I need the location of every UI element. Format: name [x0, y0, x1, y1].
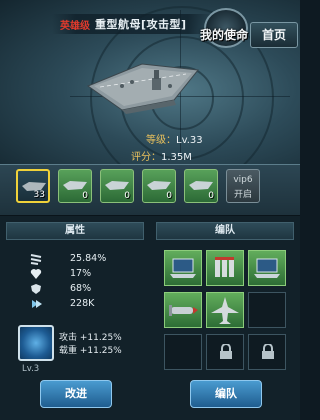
slot-count: 0: [208, 191, 214, 201]
rarity-tag: 英雄级: [60, 21, 90, 32]
ship-slot-4[interactable]: 0: [142, 169, 176, 203]
ship-icon: [105, 181, 129, 190]
missile-rack-icon: [215, 257, 234, 277]
torpedo-icon: [169, 305, 198, 316]
stat-value: 68%: [70, 283, 92, 294]
slot-count: 0: [82, 191, 88, 201]
fleet-button[interactable]: 编队: [190, 380, 262, 408]
fleet-slot-empty[interactable]: [248, 292, 286, 328]
fleet-slot[interactable]: [206, 292, 244, 328]
ship-slot-3[interactable]: 0: [100, 169, 134, 203]
torpedo-icon: [30, 254, 42, 265]
fleet-slot[interactable]: [164, 292, 202, 328]
fleet-slot[interactable]: [206, 250, 244, 286]
slot-count: 33: [33, 190, 45, 200]
lock-icon: [220, 344, 232, 359]
skill-level: Lv.3: [22, 364, 40, 374]
ship-icon: [63, 181, 87, 190]
skill-icon[interactable]: [18, 325, 54, 361]
vip-label: vip6: [233, 175, 253, 185]
aircraft-carrier-image: [86, 63, 199, 114]
speed-icon: [32, 300, 42, 308]
fleet-slot[interactable]: [164, 250, 202, 286]
ship-icon: [189, 181, 213, 190]
fleet-slot-locked[interactable]: [206, 334, 244, 370]
ship-slot-2[interactable]: 0: [58, 169, 92, 203]
ship-name: 重型航母[攻击型]: [95, 18, 187, 31]
lock-icon: [262, 344, 274, 359]
vip-unlock-label: 开启: [233, 190, 252, 200]
slot-count: 0: [124, 191, 130, 201]
fleet-slot-empty[interactable]: [164, 334, 202, 370]
vip-locked-slot[interactable]: vip6 开启: [226, 169, 260, 203]
ship-score: 评分：1.35M: [131, 152, 192, 163]
shield-icon: [31, 284, 41, 294]
ship-level: 等级：Lv.33: [146, 135, 203, 146]
fleet-slot-locked[interactable]: [248, 334, 286, 370]
slot-count: 0: [166, 191, 172, 201]
game-logo-text: 我的使命: [200, 28, 249, 42]
fleet-slot[interactable]: [248, 250, 286, 286]
stat-value: 25.84%: [70, 253, 107, 264]
attributes-title: 属性: [6, 222, 144, 240]
ship-showcase: 英雄级 重型航母[攻击型] 我的使命 首页 等级：Lv.33 评分：1.35M: [0, 0, 300, 164]
jet-icon: [211, 297, 239, 324]
home-button[interactable]: 首页: [250, 22, 298, 48]
ship-slot-5[interactable]: 0: [184, 169, 218, 203]
skill-bonus-load: 载重 +11.25%: [59, 346, 122, 356]
improve-button[interactable]: 改进: [40, 380, 112, 408]
skill-bonus-attack: 攻击 +11.25%: [59, 333, 122, 343]
ship-icon: [147, 181, 171, 190]
stat-value: 228K: [70, 298, 95, 309]
laptop-icon: [254, 258, 280, 278]
fleet-title: 编队: [156, 222, 294, 240]
ship-slot-strip: 33 0 0 0 0 vip6 开启: [0, 164, 300, 216]
laptop-icon: [170, 258, 196, 278]
stat-value: 17%: [70, 268, 92, 279]
ship-slot-1[interactable]: 33: [16, 169, 50, 203]
heart-icon: [30, 269, 42, 279]
